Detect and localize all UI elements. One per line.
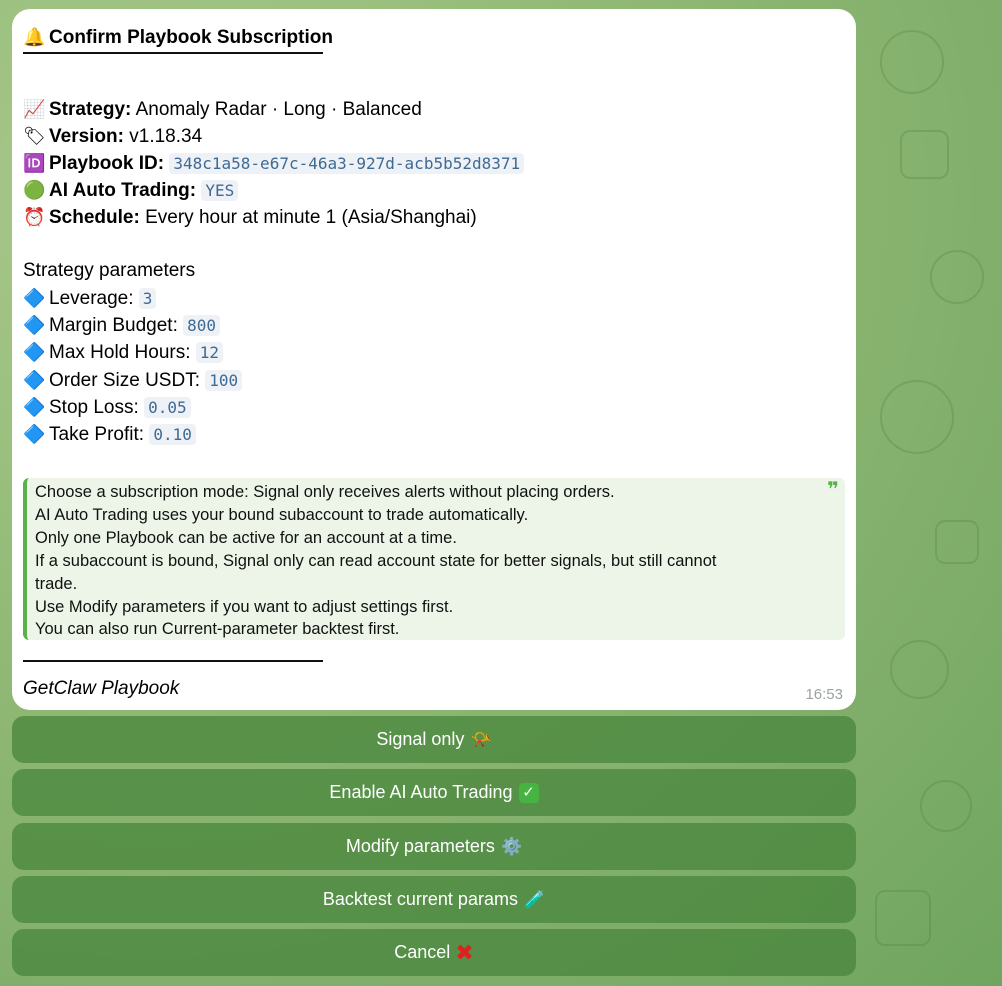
message-time: 16:53	[805, 686, 843, 703]
blue-diamond-icon: 🔷	[23, 342, 46, 363]
param-row: 🔷 Take Profit: 0.10	[23, 421, 196, 448]
param-row: 🔷 Max Hold Hours: 12	[23, 339, 224, 366]
backtest-current-params-button[interactable]: Backtest current params 🧪	[12, 876, 856, 923]
message-bubble: 🔔 Confirm Playbook Subscription 📈 Strategy…	[12, 9, 856, 710]
param-label: Order Size USDT:	[49, 369, 200, 391]
button-label: Cancel	[394, 942, 451, 962]
quote-line: AI Auto Trading uses your bound subaccou…	[35, 505, 529, 524]
detail-row: 🟢 AI Auto Trading: YES	[23, 177, 239, 204]
detail-value: YES	[201, 180, 239, 201]
detail-row: 📈 Strategy: Anomaly Radar · Long · Balanc…	[23, 96, 422, 123]
quote-icon: ❞	[827, 479, 839, 501]
param-label: Take Profit:	[49, 424, 145, 445]
cancel-button[interactable]: Cancel ✖	[12, 929, 856, 976]
param-row: 🔷 Stop Loss: 0.05	[23, 394, 191, 421]
blue-diamond-icon: 🔷	[23, 315, 46, 336]
detail-label: Strategy:	[49, 99, 132, 120]
detail-value: Every hour at minute 1 (Asia/Shanghai)	[145, 207, 477, 228]
param-row: 🔷 Leverage: 3	[23, 285, 157, 312]
quote-line: trade.	[35, 574, 78, 593]
footer-signature: GetClaw Playbook	[23, 678, 180, 699]
param-value: 100	[205, 369, 243, 391]
param-value: 12	[195, 342, 224, 364]
divider-top	[23, 52, 323, 54]
param-row: 🔷 Margin Budget: 800	[23, 312, 221, 339]
blue-diamond-icon: 🔷	[23, 396, 46, 417]
param-label: Leverage:	[49, 288, 134, 309]
detail-value: Anomaly Radar · Long · Balanced	[135, 99, 422, 120]
param-value: 0.10	[149, 424, 196, 445]
detail-value: v1.18.34	[129, 126, 203, 147]
gear-icon: ⚙️	[500, 836, 523, 856]
chart-increasing-icon: 📈	[23, 99, 46, 119]
message-title: 🔔 Confirm Playbook Subscription	[23, 24, 333, 51]
alarm-clock-icon: ⏰	[23, 207, 46, 227]
blue-diamond-icon: 🔷	[23, 424, 46, 444]
detail-label: Version:	[49, 126, 124, 147]
divider-bottom	[23, 660, 323, 662]
param-label: Max Hold Hours:	[49, 342, 191, 364]
modify-parameters-button[interactable]: Modify parameters ⚙️	[12, 823, 856, 870]
param-value: 3	[138, 288, 157, 309]
param-value: 0.05	[144, 396, 191, 418]
info-quote: Choose a subscription mode: Signal only …	[23, 478, 845, 640]
blue-diamond-icon: 🔷	[23, 288, 46, 308]
quote-line: If a subaccount is bound, Signal only ca…	[35, 551, 717, 570]
quote-line: Only one Playbook can be active for an a…	[35, 528, 457, 547]
check-mark-button-icon: ✓	[518, 782, 539, 803]
detail-value: 348c1a58-e67c-46a3-927d-acb5b52d8371	[169, 153, 525, 174]
param-label: Margin Budget:	[49, 315, 178, 337]
detail-row: 🆔 Playbook ID: 348c1a58-e67c-46a3-927d-ac…	[23, 150, 525, 177]
button-label: Enable AI Auto Trading	[329, 782, 513, 802]
param-row: 🔷 Order Size USDT: 100	[23, 367, 243, 394]
detail-label: Schedule:	[49, 207, 140, 228]
quote-line: Choose a subscription mode: Signal only …	[35, 483, 615, 501]
cross-mark-icon: ✖	[455, 939, 474, 965]
postal-horn-icon: 📯	[470, 729, 492, 749]
id-icon: 🆔	[23, 153, 46, 173]
quote-line: You can also run Current-parameter backt…	[35, 620, 400, 639]
blue-diamond-icon: 🔷	[23, 369, 46, 390]
quote-text: Choose a subscription mode: Signal only …	[35, 481, 795, 641]
test-tube-icon: 🧪	[523, 889, 546, 909]
param-label: Stop Loss:	[49, 396, 139, 418]
signal-only-button[interactable]: Signal only 📯	[12, 716, 856, 763]
detail-label: Playbook ID:	[49, 153, 165, 174]
params-heading: Strategy parameters	[23, 260, 196, 281]
detail-label: AI Auto Trading:	[49, 180, 197, 201]
button-label: Modify parameters	[345, 836, 495, 856]
detail-row: 🏷 Version: v1.18.34	[23, 123, 202, 150]
enable-ai-auto-trading-button[interactable]: Enable AI Auto Trading ✓	[12, 769, 856, 816]
bell-icon: 🔔	[23, 27, 46, 47]
quote-line: Use Modify parameters if you want to adj…	[35, 597, 454, 616]
button-label: Signal only	[376, 729, 465, 749]
detail-row: ⏰ Schedule: Every hour at minute 1 (Asia/…	[23, 204, 477, 231]
green-circle-icon: 🟢	[23, 180, 46, 200]
button-label: Backtest current params	[322, 889, 518, 909]
tag-icon: 🏷	[23, 126, 46, 146]
param-value: 800	[183, 315, 221, 337]
